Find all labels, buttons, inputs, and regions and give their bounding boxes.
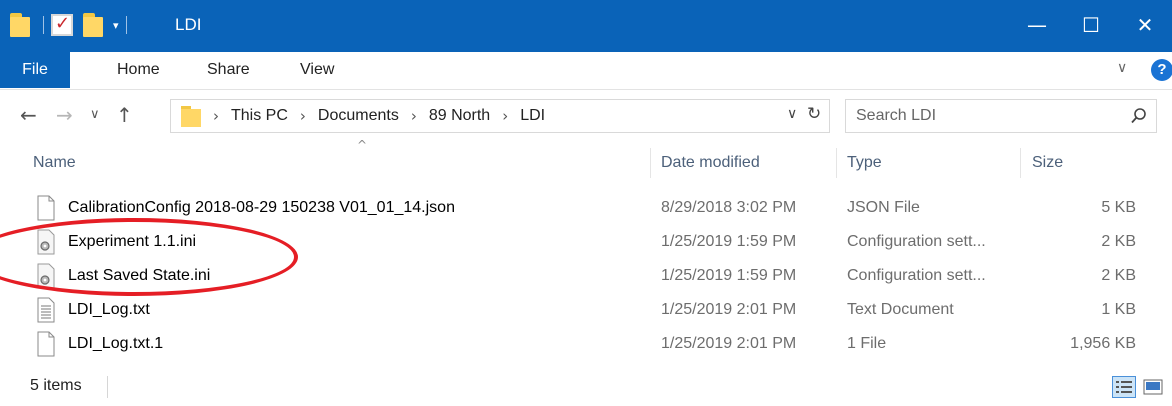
quick-access-toolbar: ✓ ▾ — [10, 10, 134, 40]
file-size: 1,956 KB — [1070, 335, 1136, 352]
refresh-icon[interactable]: ↻ — [807, 104, 821, 124]
file-date: 8/29/2018 3:02 PM — [661, 199, 797, 216]
breadcrumb-this-pc[interactable]: This PC — [231, 107, 288, 125]
file-type: Configuration sett... — [847, 233, 986, 250]
address-bar[interactable]: › This PC › Documents › 89 North › LDI ∨… — [170, 99, 830, 133]
breadcrumb-ldi[interactable]: LDI — [520, 107, 545, 125]
folder-icon — [181, 106, 203, 127]
window-title: LDI — [175, 15, 202, 34]
file-date: 1/25/2019 2:01 PM — [661, 335, 797, 352]
tab-file[interactable]: File — [0, 52, 70, 88]
properties-check-icon[interactable]: ✓ — [51, 13, 73, 36]
forward-arrow-icon[interactable]: → — [56, 103, 73, 127]
column-divider[interactable] — [650, 148, 651, 178]
search-input[interactable] — [856, 106, 1116, 126]
file-size: 5 KB — [1101, 199, 1136, 216]
up-arrow-icon[interactable]: ↑ — [116, 103, 133, 127]
blank-file-icon — [37, 331, 55, 357]
breadcrumb-89-north[interactable]: 89 North — [429, 107, 490, 125]
folder-icon[interactable] — [10, 13, 36, 37]
navigation-bar: ← → ∨ ↑ › This PC › Documents › 89 North… — [0, 91, 1172, 139]
toolbar-divider — [125, 16, 127, 34]
tab-view[interactable]: View — [300, 52, 334, 88]
column-divider[interactable] — [1020, 148, 1021, 178]
file-name: LDI_Log.txt.1 — [68, 335, 164, 352]
file-type: JSON File — [847, 199, 920, 216]
tab-share[interactable]: Share — [207, 52, 250, 88]
status-bar: 5 items — [0, 368, 1172, 406]
file-name: CalibrationConfig 2018-08-29 150238 V01_… — [68, 199, 455, 216]
column-divider[interactable] — [836, 148, 837, 178]
column-header-type[interactable]: Type — [847, 140, 882, 186]
customize-dropdown-icon[interactable]: ▾ — [113, 19, 119, 32]
blank-file-icon — [37, 195, 55, 221]
column-header-name[interactable]: Name — [33, 140, 76, 186]
large-icons-view-icon[interactable] — [1141, 376, 1165, 398]
item-count: 5 items — [30, 377, 82, 394]
file-row[interactable]: LDI_Log.txt 1/25/2019 2:01 PM Text Docum… — [30, 294, 1140, 328]
file-date: 1/25/2019 1:59 PM — [661, 267, 797, 284]
title-bar: ✓ ▾ LDI — ☐ ✕ — [0, 0, 1172, 52]
toolbar-divider — [43, 16, 44, 34]
details-view-icon[interactable] — [1112, 376, 1136, 398]
ribbon-tabs: File Home Share View ∨ ? — [0, 52, 1172, 90]
back-arrow-icon[interactable]: ← — [20, 103, 37, 127]
maximize-button[interactable]: ☐ — [1064, 0, 1118, 52]
file-type: Text Document — [847, 301, 954, 318]
file-date: 1/25/2019 2:01 PM — [661, 301, 797, 318]
breadcrumb: › This PC › Documents › 89 North › LDI — [213, 107, 546, 125]
sort-ascending-icon: ^ — [357, 138, 368, 152]
close-button[interactable]: ✕ — [1118, 0, 1172, 52]
file-size: 2 KB — [1101, 267, 1136, 284]
address-dropdown-icon[interactable]: ∨ — [787, 106, 797, 122]
minimize-button[interactable]: — — [1010, 0, 1064, 52]
file-name: LDI_Log.txt — [68, 301, 150, 318]
tab-home[interactable]: Home — [117, 52, 160, 88]
text-document-icon — [37, 297, 55, 323]
help-icon[interactable]: ? — [1151, 59, 1172, 81]
recent-locations-dropdown-icon[interactable]: ∨ — [90, 107, 100, 122]
status-divider — [107, 376, 108, 398]
file-date: 1/25/2019 1:59 PM — [661, 233, 797, 250]
search-box[interactable] — [845, 99, 1157, 133]
file-size: 2 KB — [1101, 233, 1136, 250]
new-folder-icon[interactable] — [83, 13, 109, 37]
breadcrumb-documents[interactable]: Documents — [318, 107, 399, 125]
file-type: 1 File — [847, 335, 887, 352]
column-header-size[interactable]: Size — [1032, 140, 1063, 186]
search-icon[interactable] — [1130, 107, 1148, 125]
ribbon-expand-icon[interactable]: ∨ — [1117, 60, 1127, 76]
file-size: 1 KB — [1101, 301, 1136, 318]
file-row[interactable]: LDI_Log.txt.1 1/25/2019 2:01 PM 1 File 1… — [30, 328, 1140, 362]
file-type: Configuration sett... — [847, 267, 986, 284]
column-header-date-modified[interactable]: Date modified — [661, 140, 760, 186]
